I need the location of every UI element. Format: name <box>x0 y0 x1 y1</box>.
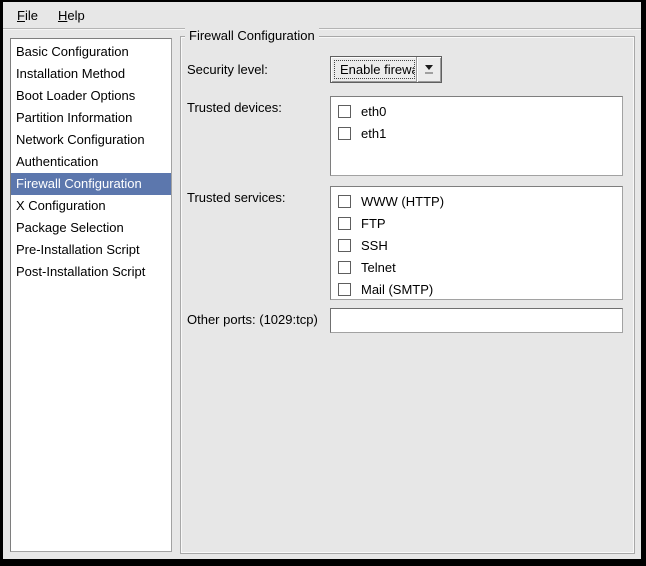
service-row-ftp[interactable]: FTP <box>331 212 622 234</box>
chevron-down-icon <box>425 65 433 70</box>
mail-smtp-label: Mail (SMTP) <box>361 282 433 297</box>
dropdown-arrow-zone <box>416 57 441 82</box>
telnet-label: Telnet <box>361 260 396 275</box>
trusted-services-list: WWW (HTTP) FTP SSH Telnet Mail (SMTP) <box>330 186 623 300</box>
trusted-services-label: Trusted services: <box>187 186 330 205</box>
ssh-checkbox[interactable] <box>338 239 351 252</box>
firewall-configuration-frame: Firewall Configuration Security level: E… <box>180 36 635 554</box>
sidebar-item-boot-loader-options[interactable]: Boot Loader Options <box>11 85 171 107</box>
sidebar-item-installation-method[interactable]: Installation Method <box>11 63 171 85</box>
mail-smtp-checkbox[interactable] <box>338 283 351 296</box>
service-row-www-http[interactable]: WWW (HTTP) <box>331 190 622 212</box>
eth1-label: eth1 <box>361 126 386 141</box>
eth0-checkbox[interactable] <box>338 105 351 118</box>
sidebar-item-firewall-configuration[interactable]: Firewall Configuration <box>11 173 171 195</box>
sidebar-item-authentication[interactable]: Authentication <box>11 151 171 173</box>
other-ports-input[interactable] <box>330 308 623 333</box>
sidebar-item-pre-installation-script[interactable]: Pre-Installation Script <box>11 239 171 261</box>
sidebar-item-x-configuration[interactable]: X Configuration <box>11 195 171 217</box>
kickstart-configurator-window: File Help Basic Configuration Installati… <box>0 0 646 566</box>
eth1-checkbox[interactable] <box>338 127 351 140</box>
sidebar-item-basic-configuration[interactable]: Basic Configuration <box>11 41 171 63</box>
menu-bar: File Help <box>3 2 641 29</box>
frame-title: Firewall Configuration <box>185 28 319 43</box>
security-level-label: Security level: <box>187 62 330 77</box>
security-level-dropdown[interactable]: Enable firewall <box>330 56 442 83</box>
other-ports-row: Other ports: (1029:tcp) <box>187 308 623 333</box>
telnet-checkbox[interactable] <box>338 261 351 274</box>
sidebar-item-package-selection[interactable]: Package Selection <box>11 217 171 239</box>
device-row-eth0[interactable]: eth0 <box>331 100 622 122</box>
trusted-devices-row: Trusted devices: eth0 eth1 <box>187 96 623 176</box>
trusted-devices-list: eth0 eth1 <box>330 96 623 176</box>
service-row-mail-smtp[interactable]: Mail (SMTP) <box>331 278 622 300</box>
menu-file[interactable]: File <box>11 5 44 26</box>
device-row-eth1[interactable]: eth1 <box>331 122 622 144</box>
www-http-label: WWW (HTTP) <box>361 194 444 209</box>
ftp-label: FTP <box>361 216 386 231</box>
service-row-ssh[interactable]: SSH <box>331 234 622 256</box>
security-level-row: Security level: Enable firewall <box>187 56 623 83</box>
other-ports-label: Other ports: (1029:tcp) <box>187 308 330 327</box>
security-level-value: Enable firewall <box>334 60 415 79</box>
section-list: Basic Configuration Installation Method … <box>10 38 172 552</box>
eth0-label: eth0 <box>361 104 386 119</box>
menu-help[interactable]: Help <box>52 5 91 26</box>
www-http-checkbox[interactable] <box>338 195 351 208</box>
sidebar-item-network-configuration[interactable]: Network Configuration <box>11 129 171 151</box>
sidebar-item-post-installation-script[interactable]: Post-Installation Script <box>11 261 171 283</box>
ftp-checkbox[interactable] <box>338 217 351 230</box>
dropdown-arrow-bar <box>425 72 433 74</box>
ssh-label: SSH <box>361 238 388 253</box>
trusted-devices-label: Trusted devices: <box>187 96 330 115</box>
service-row-telnet[interactable]: Telnet <box>331 256 622 278</box>
trusted-services-row: Trusted services: WWW (HTTP) FTP SSH Tel… <box>187 186 623 300</box>
sidebar-item-partition-information[interactable]: Partition Information <box>11 107 171 129</box>
